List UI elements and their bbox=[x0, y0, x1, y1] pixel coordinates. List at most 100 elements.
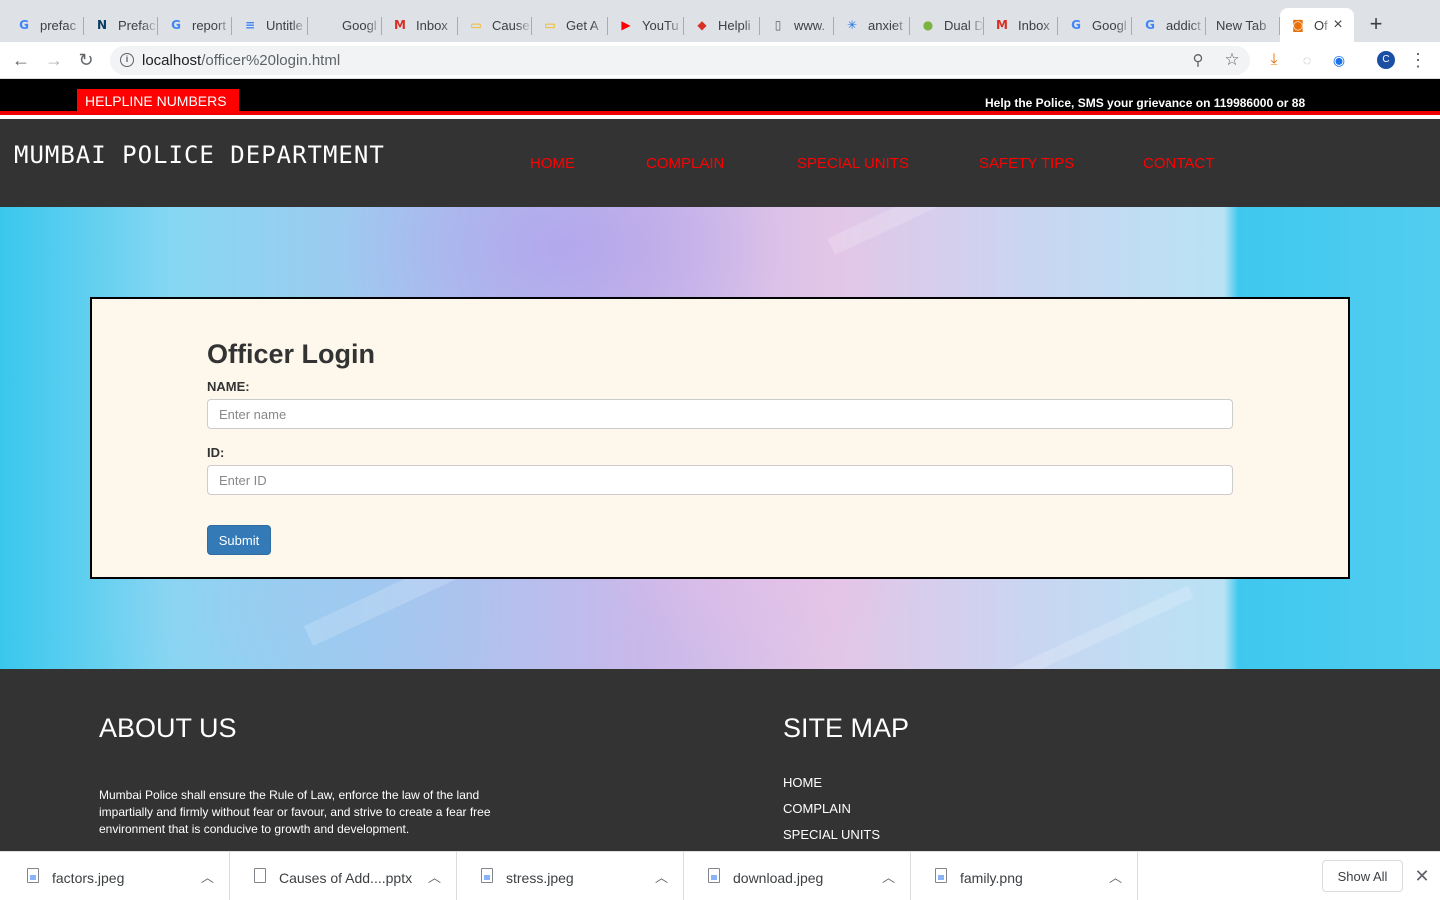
browser-tab[interactable]: M Inbox bbox=[382, 8, 458, 42]
grievance-marquee: Help the Police, SMS your grievance on 1… bbox=[985, 96, 1306, 110]
close-shelf-icon[interactable]: ✕ bbox=[1412, 866, 1432, 886]
officer-login-form: Officer Login NAME: ID: Submit bbox=[90, 297, 1350, 579]
browser-tab[interactable]: ▭ Get A bbox=[532, 8, 608, 42]
watercolor-background: Officer Login NAME: ID: Submit bbox=[0, 207, 1440, 669]
address-bar[interactable]: i localhost/officer%20login.html ⚲ ☆ bbox=[110, 46, 1250, 75]
image-file-icon bbox=[708, 868, 720, 883]
docs-icon: ≡ bbox=[244, 18, 256, 32]
show-all-downloads-button[interactable]: Show All bbox=[1322, 860, 1403, 892]
chevron-up-icon[interactable]: ︿ bbox=[1109, 867, 1122, 886]
download-filename: download.jpeg bbox=[733, 870, 824, 886]
submit-button[interactable]: Submit bbox=[207, 525, 271, 555]
search-extension-icon[interactable]: ◉ bbox=[1327, 48, 1351, 72]
sitemap-link-home[interactable]: HOME bbox=[783, 775, 822, 790]
browser-tab[interactable]: ▯ www. bbox=[760, 8, 834, 42]
download-shelf: factors.jpeg ︿ Causes of Add....pptx ︿ stres… bbox=[0, 851, 1440, 900]
browser-tab-strip: Gprefac N Prefac Greport ≡ Untitle Googl M Inbox… bbox=[0, 0, 1440, 42]
helpline-icon: ◆ bbox=[697, 18, 707, 32]
nav-home[interactable]: HOME bbox=[530, 155, 575, 172]
download-filename: Causes of Add....pptx bbox=[279, 870, 413, 886]
youtube-icon: ▶ bbox=[621, 18, 631, 32]
id-label: ID: bbox=[207, 445, 225, 460]
nav-safety-tips[interactable]: SAFETY TIPS bbox=[979, 155, 1074, 172]
gmail-icon: M bbox=[394, 18, 406, 32]
extension-icon[interactable]: ◌ bbox=[1295, 48, 1319, 72]
google-icon: G bbox=[171, 18, 181, 32]
browser-tab[interactable]: ● Dual D bbox=[910, 8, 984, 42]
browser-tab[interactable]: Gaddict bbox=[1132, 8, 1206, 42]
download-item[interactable]: stress.jpeg ︿ bbox=[457, 852, 684, 900]
download-item[interactable]: family.png ︿ bbox=[911, 852, 1138, 900]
browser-tab[interactable]: M Inbox bbox=[984, 8, 1058, 42]
tab-title: Dual D bbox=[944, 17, 984, 33]
nav-special-units[interactable]: SPECIAL UNITS bbox=[797, 155, 909, 172]
tab-title: prefac bbox=[40, 17, 77, 33]
login-title: Officer Login bbox=[207, 339, 375, 369]
image-file-icon bbox=[27, 868, 39, 883]
browser-tab[interactable]: Gprefac bbox=[6, 8, 84, 42]
browser-tab[interactable]: Greport bbox=[158, 8, 232, 42]
tab-title: www. bbox=[794, 17, 826, 33]
tab-title: YouTu bbox=[642, 17, 679, 33]
download-icon[interactable]: ⤓ bbox=[1262, 48, 1286, 72]
browser-tab[interactable]: ◙ Of × bbox=[1280, 8, 1354, 42]
nav-contact[interactable]: CONTACT bbox=[1143, 155, 1214, 172]
forward-arrow-icon[interactable]: → bbox=[42, 48, 66, 72]
chevron-up-icon[interactable]: ︿ bbox=[428, 867, 441, 886]
site-info-icon[interactable]: i bbox=[120, 53, 134, 67]
bookmark-star-icon[interactable]: ☆ bbox=[1220, 48, 1244, 72]
browser-tab[interactable]: G Googl bbox=[1058, 8, 1132, 42]
site-footer: ABOUT US Mumbai Police shall ensure the … bbox=[0, 669, 1440, 851]
blank-icon bbox=[318, 17, 334, 33]
image-file-icon bbox=[481, 868, 493, 883]
menu-kebab-icon[interactable]: ⋮ bbox=[1406, 48, 1430, 72]
chevron-up-icon[interactable]: ︿ bbox=[655, 867, 668, 886]
web-page: HELPLINE NUMBERS Help the Police, SMS yo… bbox=[0, 79, 1440, 851]
document-file-icon bbox=[254, 868, 266, 883]
sitemap-link-special-units[interactable]: SPECIAL UNITS bbox=[783, 827, 880, 842]
site-header: MUMBAI POLICE DEPARTMENT HOME COMPLAIN S… bbox=[0, 119, 1440, 207]
download-item[interactable]: Causes of Add....pptx ︿ bbox=[230, 852, 457, 900]
browser-tab[interactable]: Googl bbox=[308, 8, 382, 42]
app-icon: ✳ bbox=[846, 18, 858, 32]
browser-tab[interactable]: N Prefac bbox=[84, 8, 158, 42]
browser-tab[interactable]: New Tab bbox=[1206, 8, 1280, 42]
site-brand: MUMBAI POLICE DEPARTMENT bbox=[14, 141, 385, 169]
new-tab-button[interactable]: + bbox=[1364, 12, 1388, 36]
download-item[interactable]: factors.jpeg ︿ bbox=[3, 852, 230, 900]
back-arrow-icon[interactable]: ← bbox=[9, 48, 33, 72]
leaf-icon: ● bbox=[922, 18, 934, 32]
google-icon: G bbox=[1071, 18, 1081, 32]
reload-icon[interactable]: ↻ bbox=[74, 48, 98, 72]
name-input[interactable] bbox=[207, 399, 1233, 429]
download-filename: family.png bbox=[960, 870, 1023, 886]
chevron-up-icon[interactable]: ︿ bbox=[201, 867, 214, 886]
tab-title: Get A bbox=[566, 17, 599, 33]
page-icon: ▯ bbox=[774, 18, 782, 32]
helpline-numbers-button[interactable]: HELPLINE NUMBERS bbox=[77, 89, 239, 113]
about-us-text: Mumbai Police shall ensure the Rule of L… bbox=[99, 788, 491, 836]
tab-title: Prefac bbox=[118, 17, 156, 33]
id-input[interactable] bbox=[207, 465, 1233, 495]
tab-title: Helpli bbox=[718, 17, 751, 33]
chevron-up-icon[interactable]: ︿ bbox=[882, 867, 895, 886]
url-text[interactable]: localhost/officer%20login.html bbox=[142, 52, 340, 69]
zoom-icon[interactable]: ⚲ bbox=[1186, 48, 1210, 72]
tab-title: Of bbox=[1314, 17, 1328, 33]
nav-complain[interactable]: COMPLAIN bbox=[646, 155, 724, 172]
download-item[interactable]: download.jpeg ︿ bbox=[684, 852, 911, 900]
download-filename: stress.jpeg bbox=[506, 870, 574, 886]
browser-tab[interactable]: ◆ Helpli bbox=[684, 8, 760, 42]
browser-tab[interactable]: ✳ anxiet bbox=[834, 8, 910, 42]
slides-icon: ▭ bbox=[470, 18, 482, 32]
tab-title: Cause bbox=[492, 17, 530, 33]
background-streak bbox=[827, 207, 1053, 255]
tab-title: Googl bbox=[342, 17, 377, 33]
tab-title: report bbox=[192, 17, 226, 33]
close-tab-icon[interactable]: × bbox=[1330, 16, 1346, 34]
browser-tab[interactable]: ≡ Untitle bbox=[232, 8, 308, 42]
sitemap-link-complain[interactable]: COMPLAIN bbox=[783, 801, 851, 816]
browser-tab[interactable]: ▭ Cause bbox=[458, 8, 532, 42]
browser-tab[interactable]: ▶ YouTu bbox=[608, 8, 684, 42]
profile-avatar[interactable]: C bbox=[1377, 51, 1395, 69]
